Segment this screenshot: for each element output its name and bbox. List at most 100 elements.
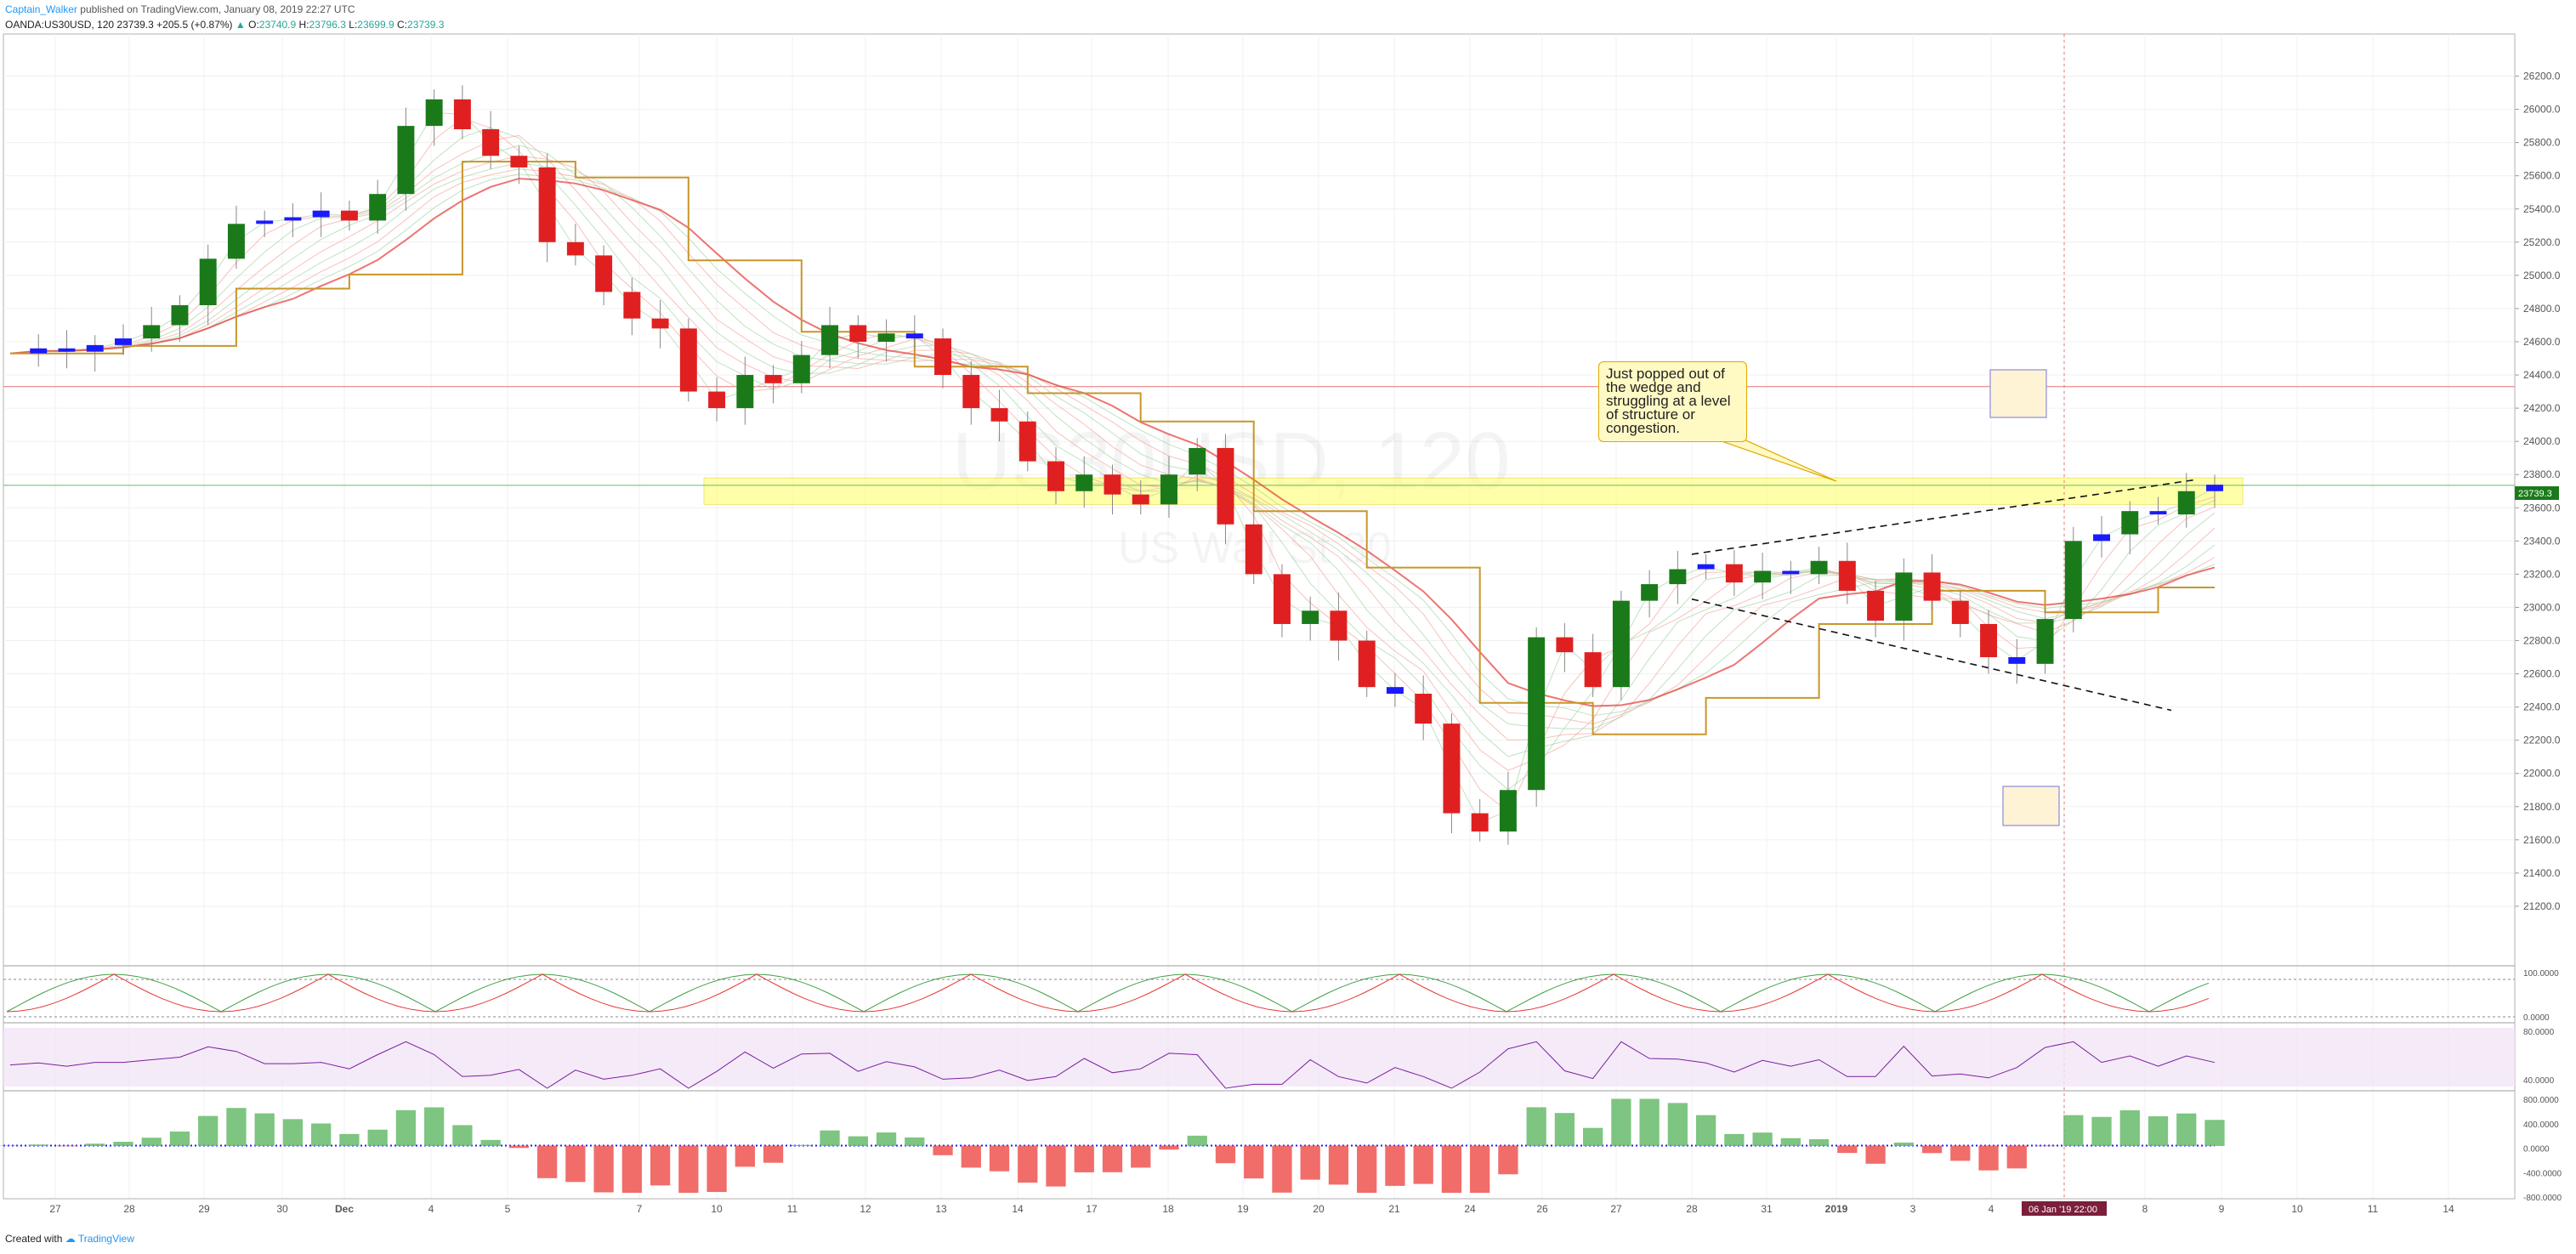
- hist-bar: [480, 1139, 501, 1146]
- candle-body: [538, 167, 556, 242]
- price-tick-label: 23600.0: [2523, 502, 2561, 514]
- hist-bar: [1837, 1145, 1858, 1154]
- candle-body: [2177, 491, 2195, 515]
- hist-bar: [792, 1144, 812, 1146]
- candle-body: [340, 210, 358, 221]
- drawing-box-upper[interactable]: [1989, 369, 2047, 418]
- hist-tick-label: 400.0000: [2523, 1121, 2559, 1130]
- time-tick-label: 27: [1610, 1203, 1622, 1215]
- hist-bar: [678, 1145, 699, 1193]
- hist-bar: [1498, 1145, 1518, 1175]
- price-tick-label: 25600.0: [2523, 170, 2561, 182]
- price-tick-label: 24600.0: [2523, 336, 2561, 348]
- author-link[interactable]: Captain_Walker: [5, 3, 77, 15]
- candle-body: [1867, 590, 1885, 621]
- change-value: +205.5 (+0.87%): [156, 19, 233, 31]
- close-label: C:: [397, 19, 408, 31]
- candle-body: [962, 375, 980, 409]
- hist-bar: [2034, 1145, 2056, 1147]
- hist-bar: [1752, 1132, 1773, 1146]
- close-value: 23739.3: [407, 19, 445, 31]
- time-tick-label: 8: [2142, 1203, 2148, 1215]
- hist-bar: [1385, 1145, 1405, 1186]
- time-tick-label: 30: [276, 1203, 288, 1215]
- hist-bar: [1357, 1145, 1377, 1193]
- candle-body: [1697, 564, 1715, 570]
- symbol-name[interactable]: OANDA:US30USD, 120: [5, 19, 114, 31]
- hist-bar: [113, 1142, 133, 1146]
- price-tick-label: 23200.0: [2523, 568, 2561, 580]
- time-tick-label: Dec: [335, 1203, 354, 1215]
- candle-body: [510, 156, 528, 167]
- hist-bar: [2006, 1145, 2027, 1169]
- hist-bar: [1893, 1142, 1914, 1146]
- hist-tick-label: 800.0000: [2523, 1096, 2559, 1105]
- hist-bar: [905, 1137, 925, 1146]
- hist-bar: [1724, 1133, 1745, 1146]
- hist-bar: [536, 1145, 558, 1178]
- time-tick-label: 4: [428, 1203, 434, 1215]
- hist-bar: [198, 1115, 218, 1146]
- hist-bar: [1187, 1135, 1207, 1146]
- time-tick-label: 14: [2443, 1203, 2454, 1215]
- created-with-text: Created with: [5, 1233, 63, 1245]
- hist-bar: [1950, 1145, 1971, 1161]
- candle-body: [877, 333, 895, 342]
- candle-body: [1386, 687, 1404, 694]
- candle-body: [651, 318, 669, 329]
- drawing-box-lower[interactable]: [2002, 786, 2060, 826]
- time-tick-label: 3: [1910, 1203, 1916, 1215]
- candle-body: [227, 224, 245, 259]
- price-tick-label: 22800.0: [2523, 634, 2561, 646]
- hist-bar: [593, 1145, 614, 1193]
- hist-bar: [1583, 1127, 1603, 1146]
- candle-body: [1980, 623, 1998, 658]
- price-tick-label: 25800.0: [2523, 137, 2561, 149]
- hist-bar: [367, 1129, 388, 1146]
- hist-bar: [1018, 1145, 1038, 1183]
- annotation-callout[interactable]: Just popped out of the wedge and struggl…: [1598, 361, 1747, 442]
- time-tick-label: 10: [2291, 1203, 2303, 1215]
- candle-body: [595, 255, 613, 292]
- candle-body: [2093, 534, 2110, 542]
- hist-bar: [1808, 1139, 1830, 1146]
- candle-body: [312, 210, 330, 218]
- rsi-pane[interactable]: [3, 1028, 2515, 1089]
- open-label: O:: [248, 19, 259, 31]
- candle-body: [453, 99, 471, 130]
- price-tick-label: 23400.0: [2523, 535, 2561, 547]
- price-tick-label: 22000.0: [2523, 768, 2561, 780]
- candle-body: [1895, 572, 1913, 621]
- candle-body: [397, 126, 415, 195]
- hist-bar: [1272, 1145, 1292, 1193]
- price-tick-label: 21400.0: [2523, 867, 2561, 879]
- price-tick-label: 24200.0: [2523, 402, 2561, 414]
- time-tick-label: 11: [787, 1203, 798, 1215]
- hist-bar: [1413, 1145, 1433, 1184]
- hist-bar: [2091, 1116, 2112, 1146]
- candle-body: [1330, 610, 1348, 641]
- hist-bar: [706, 1145, 727, 1193]
- hist-bar: [876, 1132, 897, 1146]
- candle-body: [2008, 657, 2026, 664]
- candle-body: [1754, 570, 1772, 583]
- candle-body: [1075, 474, 1093, 491]
- time-tick-label: 20: [1313, 1203, 1325, 1215]
- chart-canvas[interactable]: US30USD, 120 US Wall St 30 26200.026000.…: [0, 0, 2576, 1254]
- hist-bar: [1046, 1145, 1066, 1187]
- hist-bar: [565, 1145, 586, 1183]
- candle-body: [1245, 524, 1262, 575]
- tradingview-brand[interactable]: TradingView: [78, 1233, 134, 1245]
- last-value: 23739.3: [116, 19, 154, 31]
- hist-bar: [989, 1145, 1010, 1172]
- structure-zone-rect[interactable]: [703, 477, 2244, 505]
- hist-bar: [735, 1145, 755, 1167]
- candle-body: [1132, 494, 1149, 505]
- time-tick-label: 19: [1237, 1203, 1249, 1215]
- hist-bar: [933, 1145, 953, 1155]
- candle-body: [1810, 560, 1828, 575]
- hist-bar: [1102, 1145, 1123, 1172]
- candle-body: [1018, 421, 1036, 462]
- candle-body: [199, 258, 217, 306]
- structure-zone[interactable]: [703, 477, 2244, 505]
